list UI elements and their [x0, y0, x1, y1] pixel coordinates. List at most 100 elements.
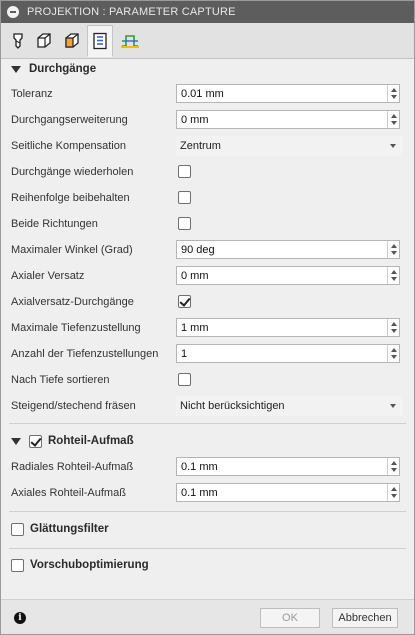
spin-down-icon[interactable]	[391, 277, 397, 281]
beide-richtungen-label: Beide Richtungen	[11, 218, 98, 230]
tab-heights[interactable]	[59, 27, 85, 55]
section-durchgaenge[interactable]: Durchgänge	[1, 60, 96, 78]
row-radiales: Radiales Rohteil-Aufmaß 0.1 mm	[1, 457, 414, 477]
dialog-footer: i OK Abbrechen	[1, 599, 414, 634]
spin-down-icon[interactable]	[391, 121, 397, 125]
anzahl-tiefenzustellungen-label: Anzahl der Tiefenzustellungen	[11, 348, 159, 360]
parameter-panel: Durchgänge Toleranz 0.01 mm Durchgangser…	[1, 59, 414, 599]
spin-up-icon[interactable]	[391, 348, 397, 352]
expand-triangle-icon[interactable]	[11, 65, 21, 73]
toleranz-input[interactable]: 0.01 mm	[176, 84, 400, 103]
divider	[9, 548, 406, 549]
geometry-icon	[37, 33, 51, 48]
spin-up-icon[interactable]	[391, 461, 397, 465]
spin-down-icon[interactable]	[391, 494, 397, 498]
section-title: Durchgänge	[29, 63, 97, 75]
passes-icon	[93, 32, 107, 50]
row-toleranz: Toleranz 0.01 mm	[1, 84, 414, 104]
dropdown-caret-icon	[390, 404, 396, 408]
steigend-select[interactable]: Nicht berücksichtigen	[176, 396, 402, 416]
spinner[interactable]	[387, 319, 399, 336]
axialer-versatz-value: 0 mm	[181, 270, 209, 282]
durchgangserweiterung-value: 0 mm	[181, 114, 209, 126]
spin-up-icon[interactable]	[391, 88, 397, 92]
spinner[interactable]	[387, 484, 399, 501]
row-reihenfolge: Reihenfolge beibehalten	[1, 188, 414, 208]
section-title: Rohteil-Aufmaß	[48, 435, 134, 447]
axiales-input[interactable]: 0.1 mm	[176, 483, 400, 502]
durchgaenge-wiederholen-checkbox[interactable]	[178, 165, 191, 178]
spin-up-icon[interactable]	[391, 244, 397, 248]
max-tiefenzustellung-value: 1 mm	[181, 322, 209, 334]
max-tiefenzustellung-input[interactable]: 1 mm	[176, 318, 400, 337]
row-beide-richtungen: Beide Richtungen	[1, 214, 414, 234]
axialversatz-durchgaenge-label: Axialversatz-Durchgänge	[11, 296, 134, 308]
spinner[interactable]	[387, 345, 399, 362]
spin-up-icon[interactable]	[391, 322, 397, 326]
section-glaettung[interactable]: Glättungsfilter	[11, 520, 109, 538]
tab-linking[interactable]	[117, 27, 143, 55]
tab-passes[interactable]	[87, 25, 113, 57]
cancel-button[interactable]: Abbrechen	[332, 608, 398, 628]
spin-up-icon[interactable]	[391, 114, 397, 118]
axialversatz-durchgaenge-checkbox[interactable]	[178, 295, 191, 308]
row-seitliche-kompensation: Seitliche Kompensation Zentrum	[1, 136, 414, 156]
seitliche-kompensation-label: Seitliche Kompensation	[11, 140, 126, 152]
seitliche-kompensation-value: Zentrum	[180, 140, 221, 152]
glaettung-checkbox[interactable]	[11, 522, 24, 536]
collapse-icon[interactable]	[7, 6, 19, 18]
section-title: Glättungsfilter	[30, 523, 109, 535]
spinner[interactable]	[387, 85, 399, 102]
nach-tiefe-checkbox[interactable]	[178, 373, 191, 386]
row-durchgaenge-wiederholen: Durchgänge wiederholen	[1, 162, 414, 182]
row-anzahl-tiefenzustellungen: Anzahl der Tiefenzustellungen 1	[1, 344, 414, 364]
spinner[interactable]	[387, 241, 399, 258]
axiales-label: Axiales Rohteil-Aufmaß	[11, 487, 126, 499]
tab-bar	[1, 23, 414, 59]
beide-richtungen-checkbox[interactable]	[178, 217, 191, 230]
durchgangserweiterung-label: Durchgangserweiterung	[11, 114, 128, 126]
rohteil-checkbox[interactable]	[29, 434, 42, 448]
radiales-label: Radiales Rohteil-Aufmaß	[11, 461, 134, 473]
nach-tiefe-label: Nach Tiefe sortieren	[11, 374, 110, 386]
row-durchgangserweiterung: Durchgangserweiterung 0 mm	[1, 110, 414, 130]
durchgaenge-wiederholen-label: Durchgänge wiederholen	[11, 166, 134, 178]
spin-down-icon[interactable]	[391, 355, 397, 359]
tab-tool[interactable]	[5, 27, 31, 55]
row-axiales: Axiales Rohteil-Aufmaß 0.1 mm	[1, 483, 414, 503]
spin-up-icon[interactable]	[391, 487, 397, 491]
spin-down-icon[interactable]	[391, 251, 397, 255]
seitliche-kompensation-select[interactable]: Zentrum	[176, 136, 402, 156]
spinner[interactable]	[387, 458, 399, 475]
spinner[interactable]	[387, 267, 399, 284]
anzahl-tiefenzustellungen-input[interactable]: 1	[176, 344, 400, 363]
expand-triangle-icon[interactable]	[11, 437, 21, 445]
linking-icon	[121, 35, 139, 48]
dialog-title: PROJEKTION : PARAMETER CAPTURE	[27, 6, 236, 18]
axialer-versatz-input[interactable]: 0 mm	[176, 266, 400, 285]
steigend-value: Nicht berücksichtigen	[180, 400, 285, 412]
ok-button[interactable]: OK	[260, 608, 320, 628]
durchgangserweiterung-input[interactable]: 0 mm	[176, 110, 400, 129]
dialog-window: PROJEKTION : PARAMETER CAPTURE Durchgäng…	[0, 0, 415, 635]
reihenfolge-label: Reihenfolge beibehalten	[11, 192, 130, 204]
row-axialversatz-durchgaenge: Axialversatz-Durchgänge	[1, 292, 414, 312]
row-max-winkel: Maximaler Winkel (Grad) 90 deg	[1, 240, 414, 260]
axialer-versatz-label: Axialer Versatz	[11, 270, 85, 282]
steigend-label: Steigend/stechend fräsen	[11, 400, 136, 412]
max-winkel-input[interactable]: 90 deg	[176, 240, 400, 259]
radiales-input[interactable]: 0.1 mm	[176, 457, 400, 476]
axiales-value: 0.1 mm	[181, 487, 218, 499]
spin-down-icon[interactable]	[391, 95, 397, 99]
section-vorschub[interactable]: Vorschuboptimierung	[11, 556, 149, 574]
spinner[interactable]	[387, 111, 399, 128]
spin-up-icon[interactable]	[391, 270, 397, 274]
info-icon[interactable]: i	[14, 612, 26, 624]
section-rohteil[interactable]: Rohteil-Aufmaß	[1, 432, 134, 450]
reihenfolge-checkbox[interactable]	[178, 191, 191, 204]
divider	[9, 511, 406, 512]
spin-down-icon[interactable]	[391, 468, 397, 472]
spin-down-icon[interactable]	[391, 329, 397, 333]
vorschub-checkbox[interactable]	[11, 558, 24, 572]
tab-geometry[interactable]	[31, 27, 57, 55]
